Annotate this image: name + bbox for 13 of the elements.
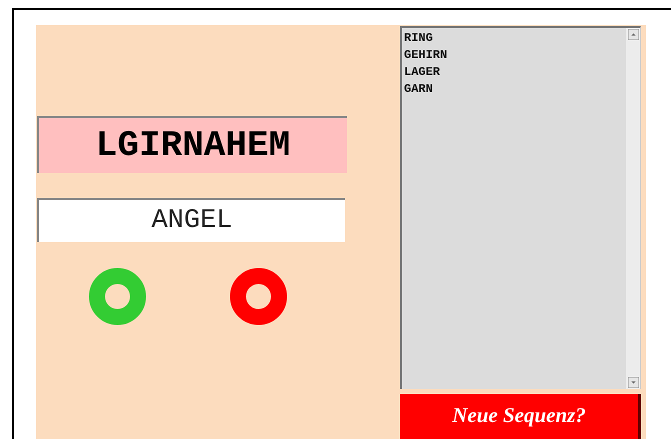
ring-button[interactable] — [89, 268, 146, 325]
scrollbar[interactable] — [626, 28, 640, 389]
scroll-up-icon[interactable] — [628, 29, 638, 40]
letter-sequence: LGIRNAHEM — [37, 116, 347, 173]
word-item[interactable]: GARN — [404, 81, 624, 98]
word-list[interactable]: RING GEHIRN LAGER GARN — [400, 26, 641, 389]
ring-button[interactable] — [230, 268, 287, 325]
new-sequence-button[interactable]: Neue Sequenz? — [400, 394, 641, 439]
word-item[interactable]: GEHIRN — [404, 47, 624, 64]
word-item[interactable]: LAGER — [404, 64, 624, 81]
scroll-down-icon[interactable] — [628, 377, 638, 388]
answer-field[interactable]: ANGEL — [37, 198, 345, 242]
word-item[interactable]: RING — [404, 30, 624, 47]
